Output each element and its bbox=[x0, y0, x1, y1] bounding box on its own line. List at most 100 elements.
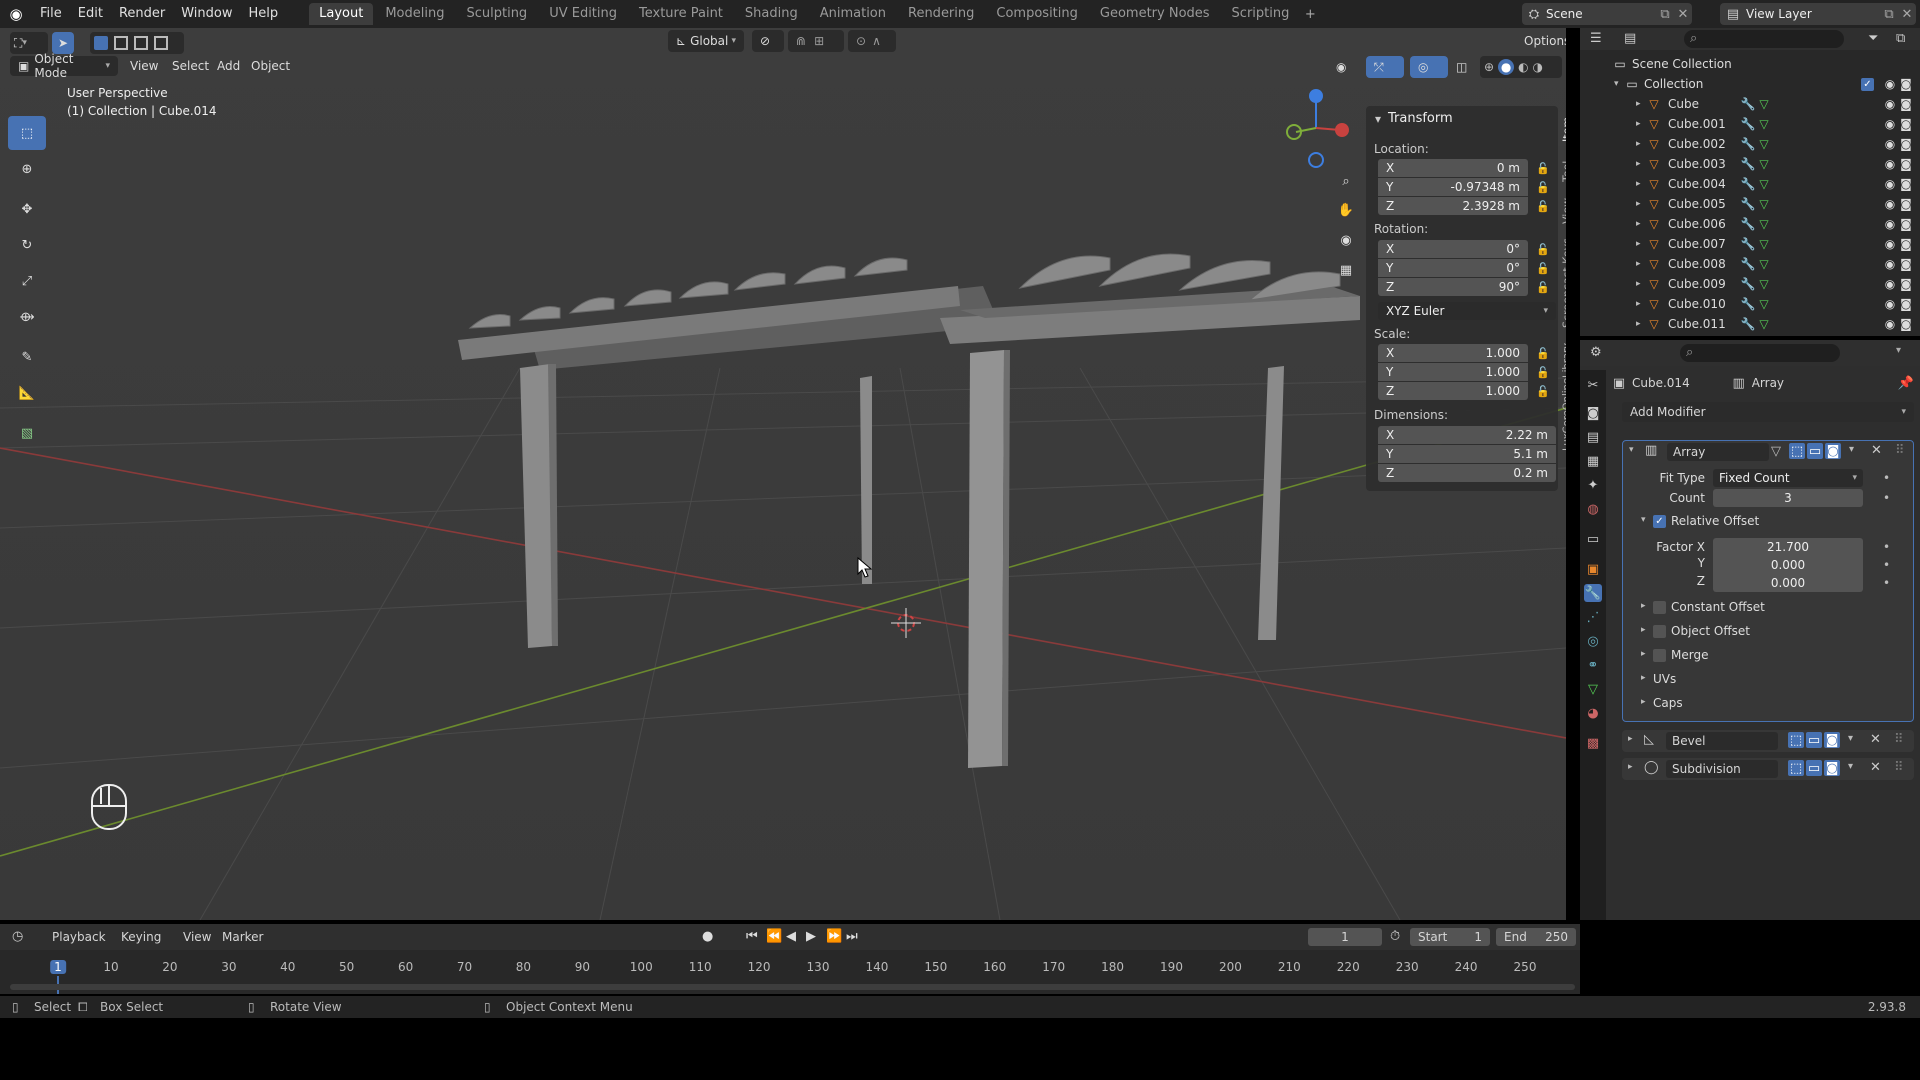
tab-modeling[interactable]: Modeling bbox=[375, 3, 454, 25]
keyframe-dot-icon[interactable]: • bbox=[1883, 540, 1890, 554]
outliner-object-row[interactable]: ▸ ▽ Cube.011 🔧 ▽ ◉ ◙ bbox=[1580, 314, 1920, 334]
expand-icon[interactable]: ▸ bbox=[1636, 299, 1646, 309]
options-dropdown[interactable]: Options▾ bbox=[1516, 30, 1566, 52]
outliner-object-row[interactable]: ▸ ▽ Cube.005 🔧 ▽ ◉ ◙ bbox=[1580, 194, 1920, 214]
render-camera-icon[interactable]: ◙ bbox=[1898, 117, 1914, 131]
location-x-field[interactable]: X 0 m bbox=[1378, 159, 1528, 177]
tab-compositing[interactable]: Compositing bbox=[986, 3, 1088, 25]
outliner-object-row[interactable]: ▸ ▽ Cube.010 🔧 ▽ ◉ ◙ bbox=[1580, 294, 1920, 314]
collapse-transform-icon[interactable]: ▾ bbox=[1375, 112, 1381, 126]
drag-handle-icon[interactable]: ⠿ bbox=[1895, 443, 1905, 458]
eye-icon[interactable]: ◉ bbox=[1882, 217, 1898, 231]
record-icon[interactable]: ● bbox=[702, 929, 713, 944]
add-workspace-icon[interactable]: + bbox=[1300, 7, 1320, 22]
expand-icon[interactable]: ▸ bbox=[1636, 199, 1646, 209]
expand-icon[interactable]: ▸ bbox=[1636, 159, 1646, 169]
outliner-object-row[interactable]: ▸ ▽ Cube.008 🔧 ▽ ◉ ◙ bbox=[1580, 254, 1920, 274]
render-display-icon[interactable]: ◙ bbox=[1825, 443, 1841, 459]
eye-icon[interactable]: ◉ bbox=[1882, 157, 1898, 171]
eye-icon[interactable]: ◉ bbox=[1882, 197, 1898, 211]
jump-end-icon[interactable]: ⏭ bbox=[846, 929, 858, 944]
render-camera-icon[interactable]: ◙ bbox=[1898, 177, 1914, 191]
object-offset-label[interactable]: Object Offset bbox=[1671, 624, 1750, 638]
jump-keyframe-forward-icon[interactable]: ⏩ bbox=[826, 929, 842, 944]
drag-handle-icon[interactable]: ⠿ bbox=[1894, 760, 1904, 775]
tab-texture-paint[interactable]: Texture Paint bbox=[629, 3, 733, 25]
gizmo-toggle[interactable]: ⤱ bbox=[1366, 56, 1404, 78]
expand-icon[interactable]: ▸ bbox=[1636, 239, 1646, 249]
close-layer-icon[interactable]: ✕ bbox=[1898, 7, 1916, 22]
relative-offset-checkbox[interactable]: ✓ bbox=[1653, 515, 1666, 528]
tab-screencast-keys[interactable]: Screencast Keys bbox=[1558, 234, 1567, 332]
expand-constant-icon[interactable]: ▸ bbox=[1641, 601, 1646, 611]
tab-view[interactable]: View bbox=[1558, 194, 1567, 228]
outliner-collection[interactable]: ▾ ▭ Collection ✓ ◉ ◙ bbox=[1580, 74, 1920, 94]
location-y-field[interactable]: Y -0.97348 m bbox=[1378, 178, 1528, 196]
rotation-y-field[interactable]: Y 0° bbox=[1378, 259, 1528, 277]
scale-y-field[interactable]: Y 1.000 bbox=[1378, 363, 1528, 381]
eye-icon[interactable]: ◉ bbox=[1882, 77, 1898, 91]
fit-type-dropdown[interactable]: Fixed Count ▾ bbox=[1713, 469, 1863, 487]
solid-shading-icon[interactable]: ● bbox=[1498, 59, 1515, 75]
view-layer-selector[interactable]: ▤ View Layer ⧉ ✕ bbox=[1720, 3, 1916, 25]
scale-z-field[interactable]: Z 1.000 bbox=[1378, 382, 1528, 400]
outliner-search-input[interactable]: ⌕ bbox=[1684, 30, 1844, 48]
close-icon[interactable]: ✕ bbox=[1870, 732, 1881, 747]
on-cage-icon[interactable]: ▽ bbox=[1771, 444, 1781, 459]
render-camera-icon[interactable]: ◙ bbox=[1898, 137, 1914, 151]
eye-icon[interactable]: ◉ bbox=[1882, 257, 1898, 271]
lock-icon[interactable]: 🔓 bbox=[1536, 281, 1550, 294]
outliner-scene-collection[interactable]: ▭ Scene Collection bbox=[1580, 54, 1920, 74]
scale-tool[interactable]: ⤢ bbox=[8, 264, 46, 298]
outliner-object-row[interactable]: ▸ ▽ Cube.001 🔧 ▽ ◉ ◙ bbox=[1580, 114, 1920, 134]
outliner-object-row[interactable]: ▸ ▽ Cube.003 🔧 ▽ ◉ ◙ bbox=[1580, 154, 1920, 174]
constraints-tab-icon[interactable]: ⚭ bbox=[1584, 656, 1602, 674]
editor-type-button[interactable]: ⛶ ▾ bbox=[10, 32, 48, 54]
properties-search-input[interactable]: ⌕ bbox=[1680, 344, 1840, 362]
outliner-object-row[interactable]: ▸ ▽ Cube.006 🔧 ▽ ◉ ◙ bbox=[1580, 214, 1920, 234]
menu-select[interactable]: Select bbox=[172, 59, 209, 73]
rotation-z-field[interactable]: Z 90° bbox=[1378, 278, 1528, 296]
menu-playback[interactable]: Playback bbox=[52, 930, 106, 944]
menu-marker[interactable]: Marker bbox=[222, 930, 263, 944]
display-mode-icon[interactable]: ▤ bbox=[1624, 31, 1636, 46]
expand-bevel-icon[interactable]: ▸ bbox=[1628, 734, 1633, 744]
edit-mode-icon[interactable]: ⬚ bbox=[1788, 760, 1804, 776]
menu-keying[interactable]: Keying bbox=[121, 930, 161, 944]
collapse-relative-icon[interactable]: ▾ bbox=[1641, 515, 1646, 525]
data-tab-icon[interactable]: ▽ bbox=[1584, 680, 1602, 698]
menu-render[interactable]: Render bbox=[111, 0, 173, 28]
menu-add[interactable]: Add bbox=[217, 59, 240, 73]
jump-keyframe-back-icon[interactable]: ⏪ bbox=[766, 929, 782, 944]
camera-view-icon[interactable]: ◉ bbox=[1334, 228, 1358, 252]
lock-icon[interactable]: 🔓 bbox=[1536, 162, 1550, 175]
select-box-tool[interactable]: ⬚ bbox=[8, 116, 46, 150]
lock-icon[interactable]: 🔓 bbox=[1536, 385, 1550, 398]
merge-checkbox[interactable] bbox=[1653, 649, 1666, 662]
cursor-tool[interactable]: ⊕ bbox=[8, 152, 46, 186]
menu-window[interactable]: Window bbox=[173, 0, 240, 28]
material-tab-icon[interactable]: ◕ bbox=[1584, 704, 1602, 722]
keyframe-dot-icon[interactable]: • bbox=[1883, 491, 1890, 505]
rotation-x-field[interactable]: X 0° bbox=[1378, 240, 1528, 258]
exclude-checkbox[interactable]: ✓ bbox=[1861, 77, 1874, 91]
eye-icon[interactable]: ◉ bbox=[1882, 177, 1898, 191]
lock-icon[interactable]: 🔓 bbox=[1536, 262, 1550, 275]
eye-icon[interactable]: ◉ bbox=[1882, 117, 1898, 131]
menu-edit[interactable]: Edit bbox=[70, 0, 111, 28]
tab-tool[interactable]: Tool bbox=[1558, 154, 1567, 188]
snapping-group[interactable]: ⋒ ⊞ bbox=[788, 30, 844, 52]
menu-object[interactable]: Object bbox=[251, 59, 290, 73]
dimensions-y-field[interactable]: Y 5.1 m bbox=[1378, 445, 1556, 463]
xray-toggle[interactable]: ◫ bbox=[1456, 56, 1474, 78]
blender-logo-icon[interactable]: ◉ bbox=[0, 0, 32, 28]
scene-selector[interactable]: ⛭ Scene ⧉ ✕ bbox=[1522, 3, 1692, 25]
render-camera-icon[interactable]: ◙ bbox=[1898, 197, 1914, 211]
annotate-tool[interactable]: ✎ bbox=[8, 340, 46, 374]
constant-offset-label[interactable]: Constant Offset bbox=[1671, 600, 1765, 614]
eye-icon[interactable]: ◉ bbox=[1882, 237, 1898, 251]
render-camera-icon[interactable]: ◙ bbox=[1898, 257, 1914, 271]
expand-uvs-icon[interactable]: ▸ bbox=[1641, 673, 1646, 683]
move-tool[interactable]: ✥ bbox=[8, 192, 46, 226]
menu-view[interactable]: View bbox=[130, 59, 158, 73]
